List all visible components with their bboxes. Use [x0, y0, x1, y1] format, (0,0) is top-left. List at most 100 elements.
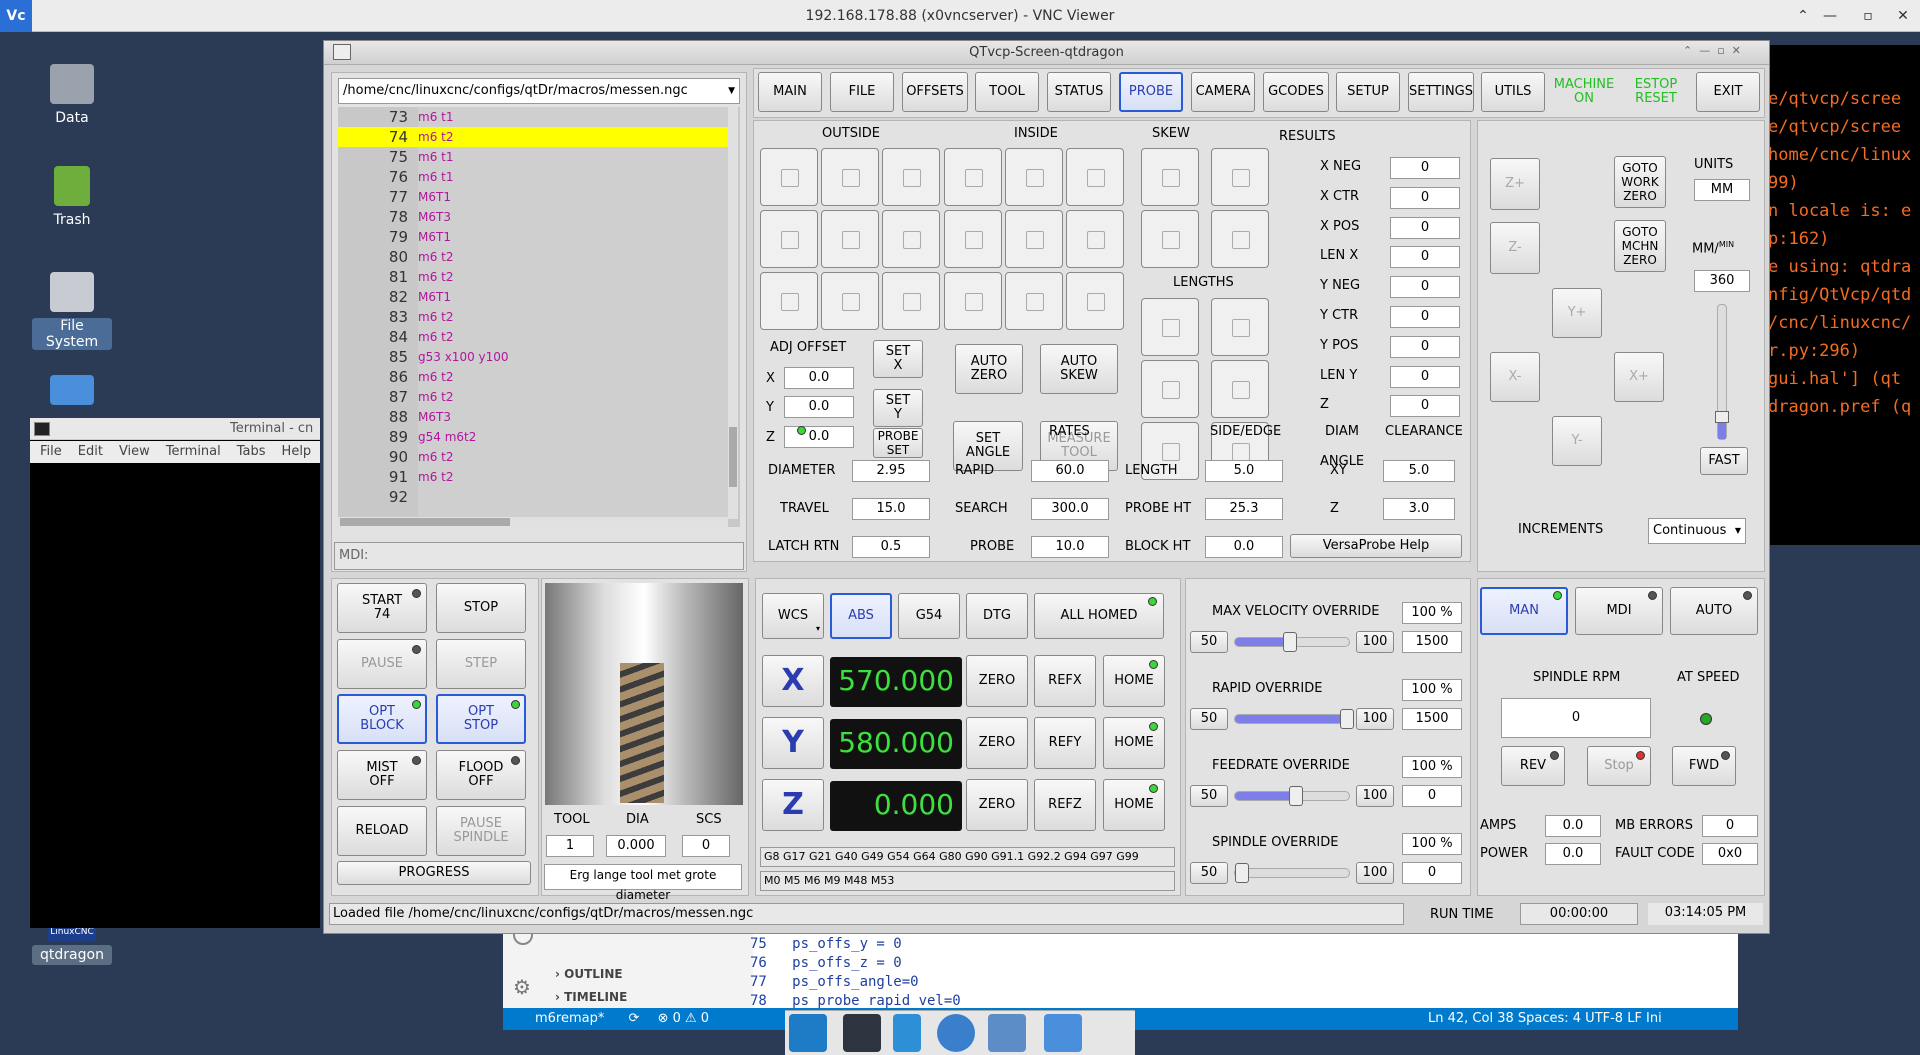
jog-rate-knob[interactable]: [1715, 411, 1729, 423]
goto-work-zero-button[interactable]: GOTO WORK ZERO: [1614, 156, 1666, 208]
text-editor-icon[interactable]: [893, 1014, 921, 1052]
override-max-button[interactable]: 100: [1356, 631, 1394, 653]
override-slider[interactable]: [1234, 709, 1354, 729]
exit-button[interactable]: EXIT: [1696, 72, 1760, 112]
jog-x-plus-button[interactable]: X+: [1614, 352, 1664, 402]
probe-routine-button[interactable]: [1211, 298, 1269, 356]
gcode-line[interactable]: 85 g53 x100 y100: [338, 347, 728, 367]
override-min-button[interactable]: 50: [1190, 631, 1228, 653]
desktop-icon-filesystem[interactable]: File System: [32, 272, 112, 350]
axis-y-button[interactable]: Y: [762, 717, 824, 769]
override-max-button[interactable]: 100: [1356, 785, 1394, 807]
gcode-line[interactable]: 74 m6 t2: [338, 127, 728, 147]
gcode-line[interactable]: 83 m6 t2: [338, 307, 728, 327]
estop-reset-button[interactable]: ESTOP RESET: [1624, 72, 1688, 112]
override-max-button[interactable]: 100: [1356, 862, 1394, 884]
wcs-button[interactable]: WCS ▾: [762, 593, 824, 639]
probe-routine-button[interactable]: [760, 272, 818, 330]
override-min-button[interactable]: 50: [1190, 785, 1228, 807]
override-slider[interactable]: [1234, 863, 1350, 883]
tab-tool[interactable]: TOOL: [975, 72, 1039, 112]
probe-routine-button[interactable]: [1005, 272, 1063, 330]
param-value[interactable]: 15.0: [852, 498, 930, 520]
tab-probe[interactable]: PROBE: [1119, 72, 1183, 112]
probe-routine-button[interactable]: [1211, 360, 1269, 418]
zero-y-button[interactable]: ZERO: [966, 717, 1028, 769]
home-folder-icon[interactable]: [32, 375, 112, 411]
tab-file[interactable]: FILE: [830, 72, 894, 112]
gcode-line[interactable]: 87 m6 t2: [338, 387, 728, 407]
override-max-button[interactable]: 100: [1356, 708, 1394, 730]
gcode-line[interactable]: 77 M6T1: [338, 187, 728, 207]
probe-routine-button[interactable]: [1141, 360, 1199, 418]
menu-help[interactable]: Help: [282, 444, 312, 459]
param-value[interactable]: 2.95: [852, 460, 930, 482]
terminal-icon[interactable]: [843, 1014, 881, 1052]
pause-spindle-button[interactable]: PAUSE SPINDLE: [436, 806, 526, 856]
jog-z-plus-button[interactable]: Z+: [1490, 158, 1540, 210]
set-x-button[interactable]: SET X: [873, 340, 923, 378]
window-controls[interactable]: ⌃ — ▫ ✕: [1683, 44, 1741, 57]
jog-z-minus-button[interactable]: Z-: [1490, 222, 1540, 274]
jog-rate-slider[interactable]: [1715, 304, 1729, 440]
probe-routine-button[interactable]: [1066, 272, 1124, 330]
tab-settings[interactable]: SETTINGS: [1408, 72, 1474, 112]
fast-button[interactable]: FAST: [1700, 447, 1748, 475]
gcode-line[interactable]: 90 m6 t2: [338, 447, 728, 467]
probe-routine-button[interactable]: [882, 272, 940, 330]
desktop-icon-qtdragon[interactable]: qtdragon: [32, 945, 112, 965]
tab-utils[interactable]: UTILS: [1481, 72, 1545, 112]
probe-routine-button[interactable]: [1141, 210, 1199, 268]
gcode-view[interactable]: 73 m6 t1 74 m6 t2 75 m6 t1 76 m6 t1 77 M6T1 78 M6T3…: [338, 107, 740, 527]
probe-routine-button[interactable]: [944, 148, 1002, 206]
param-value[interactable]: 300.0: [1031, 498, 1109, 520]
menu-view[interactable]: View: [119, 444, 150, 459]
auto-skew-button[interactable]: AUTO SKEW: [1040, 344, 1118, 394]
jog-y-minus-button[interactable]: Y-: [1552, 416, 1602, 466]
gcode-line[interactable]: 89 g54 m6t2: [338, 427, 728, 447]
ref-z-button[interactable]: REFZ: [1034, 779, 1096, 831]
override-knob[interactable]: [1235, 863, 1249, 883]
maximize-icon[interactable]: ▫: [1858, 7, 1878, 25]
stop-button[interactable]: STOP: [436, 583, 526, 633]
gcode-line[interactable]: 80 m6 t2: [338, 247, 728, 267]
gcode-line[interactable]: 79 M6T1: [338, 227, 728, 247]
minimize-icon[interactable]: —: [1820, 7, 1840, 25]
file-path-combo[interactable]: /home/cnc/linuxcnc/configs/qtDr/macros/m…: [338, 78, 740, 104]
jog-y-plus-button[interactable]: Y+: [1552, 288, 1602, 338]
desktop-icon-trash[interactable]: Trash: [32, 166, 112, 228]
tab-main[interactable]: MAIN: [758, 72, 822, 112]
probe-routine-button[interactable]: [821, 272, 879, 330]
menu-terminal[interactable]: Terminal: [166, 444, 221, 459]
machine-on-button[interactable]: MACHINE ON: [1552, 72, 1616, 112]
adj-z-field[interactable]: 0.0: [784, 426, 854, 448]
probe-routine-button[interactable]: [1141, 298, 1199, 356]
browser-icon[interactable]: [937, 1014, 975, 1052]
increments-combo[interactable]: Continuous ▼: [1648, 518, 1746, 544]
search-icon[interactable]: [988, 1014, 1026, 1052]
probe-routine-button[interactable]: [944, 272, 1002, 330]
gcode-line[interactable]: 86 m6 t2: [338, 367, 728, 387]
auto-zero-button[interactable]: AUTO ZERO: [955, 344, 1023, 394]
gcode-line[interactable]: 78 M6T3: [338, 207, 728, 227]
gcode-line[interactable]: 75 m6 t1: [338, 147, 728, 167]
param-value[interactable]: 5.0: [1205, 460, 1283, 482]
adj-y-field[interactable]: 0.0: [784, 396, 854, 418]
probe-routine-button[interactable]: [1066, 210, 1124, 268]
scroll-thumb[interactable]: [729, 427, 737, 487]
param-value[interactable]: 25.3: [1205, 498, 1283, 520]
zero-x-button[interactable]: ZERO: [966, 655, 1028, 707]
override-min-button[interactable]: 50: [1190, 862, 1228, 884]
axis-z-button[interactable]: Z: [762, 779, 824, 831]
outline-section[interactable]: › OUTLINE: [555, 967, 623, 981]
override-knob[interactable]: [1340, 709, 1354, 729]
desktop-icon[interactable]: [789, 1014, 827, 1052]
tab-gcodes[interactable]: GCODES: [1263, 72, 1329, 112]
reload-button[interactable]: RELOAD: [337, 806, 427, 856]
adj-x-field[interactable]: 0.0: [784, 367, 854, 389]
menu-file[interactable]: File: [40, 444, 62, 459]
probe-routine-button[interactable]: [760, 210, 818, 268]
goto-machine-zero-button[interactable]: GOTO MCHN ZERO: [1614, 220, 1666, 272]
jog-x-minus-button[interactable]: X-: [1490, 352, 1540, 402]
branch-name[interactable]: m6remap*: [535, 1011, 604, 1026]
